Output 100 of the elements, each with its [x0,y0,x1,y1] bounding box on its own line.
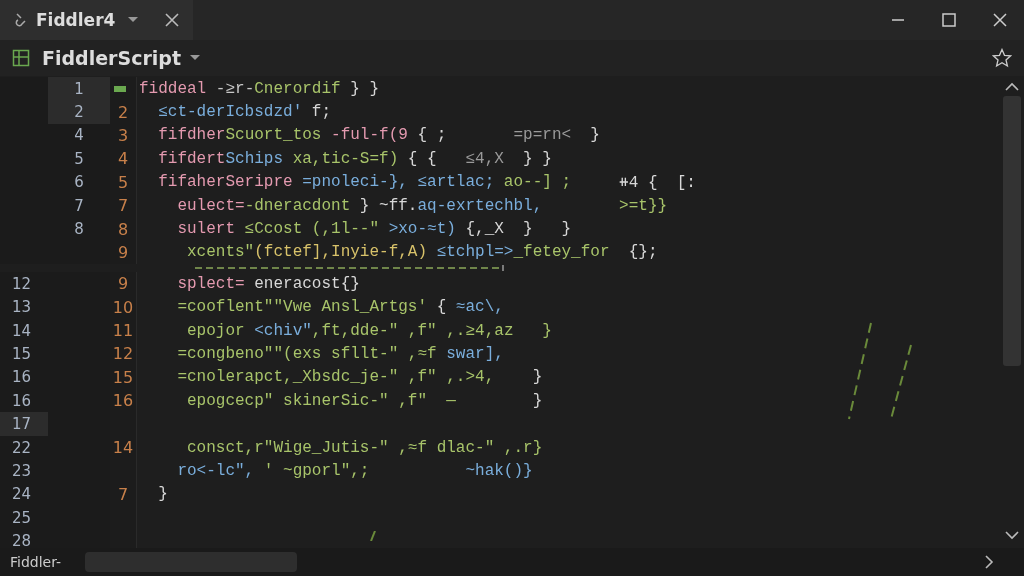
tab-title: Fiddler4 [36,10,116,30]
close-icon[interactable] [992,12,1008,28]
line-number: 7 [74,196,84,215]
line-number: 3 [117,125,129,145]
code-token: fifdert [157,149,226,168]
code-token: f; [310,103,332,122]
line-number: 6 [74,173,84,192]
line-number: 16 [12,368,32,387]
line-number: 12 [112,344,134,364]
code-token: ~hak()} [464,461,533,480]
code-token: Scuort_tos [225,126,322,145]
line-number: 7 [117,484,129,504]
code-token: fifdher [157,126,226,145]
line-number: 13 [12,298,32,317]
code-token: -ful-f(9 [330,126,408,145]
line-number: 24 [12,485,32,504]
code-token: { ; [416,126,447,145]
document-tab[interactable]: Fiddler4 [0,0,194,40]
code-token: Schips [225,149,284,168]
code-token: =cnolerapct,_Xbsdc_je-" ,f" ,.>4, [176,368,495,387]
status-label: Fiddler- [10,554,62,570]
line-number: 25 [12,508,32,527]
code-token: { { [406,149,438,168]
line-number: 4 [74,126,84,145]
tick-mark [370,531,376,541]
code-token: {,_X } } [464,220,572,239]
code-token: ≈ac\, [454,298,504,317]
code-token: epojor [186,321,245,340]
code-token: } ~ff. [358,196,418,215]
code-token: >xo-≈t) [387,220,456,239]
code-token: epogcecp" skinerSic-" ,f" — [186,391,456,410]
code-token: ≤tchpl=> [435,243,514,262]
maximize-icon[interactable] [941,12,957,28]
line-number: 16 [112,391,134,411]
code-token: xa,tic-S=f) [291,149,399,168]
code-token: =p=rn< [512,126,572,145]
code-token: } [531,368,543,387]
code-token: { [435,298,447,317]
code-token: ro<-lc", [176,461,255,480]
code-token: Inyie-f,A) [331,243,428,262]
code-token: } [589,126,600,145]
line-number: 15 [12,345,32,363]
caret-icon[interactable] [127,16,140,24]
line-number: 14 [112,438,134,458]
caret-icon[interactable] [189,54,201,62]
code-token: fiddeal [139,79,207,98]
code-token: _fetey_for [513,243,610,262]
code-token: <chiv" [253,321,312,340]
code-token: xcents" [186,243,255,262]
code-token: aq-exrtechbl, [417,196,543,215]
line-number: 1 [74,79,84,98]
line-number: 10 [112,297,134,317]
code-token: sulert [176,220,235,239]
code-token: =cooflent""Vwe Ansl_Artgs' [176,298,428,317]
scroll-right-icon[interactable] [984,555,994,569]
line-number: 8 [117,219,129,239]
code-token: ' ~gporl",; [262,461,370,480]
star-icon[interactable] [992,48,1012,68]
code-token: (fctef], [254,243,332,262]
line-number: 16 [12,391,32,410]
scroll-up-icon[interactable] [1005,82,1019,92]
line-number: 7 [117,196,129,216]
code-token: ≤Ccost (,1l--" [243,220,380,239]
code-token: eneracost{} [253,274,360,293]
code-token: -dneracdont [244,196,351,215]
code-token: swar], [445,345,504,363]
code-token: ao--] ; [502,173,572,192]
line-number: 2 [117,102,129,122]
line-number: 22 [12,438,32,457]
line-number: 14 [12,321,32,340]
line-number: 9 [117,274,129,294]
script-title[interactable]: FiddlerScript [42,47,181,69]
line-number: 17 [12,415,32,434]
line-number: 28 [12,532,32,548]
line-number: 8 [74,220,84,239]
line-number: 2 [74,103,84,122]
code-token: {}; [627,243,658,262]
code-token: Cnerordif [254,79,341,98]
scroll-down-icon[interactable] [1005,530,1019,540]
line-number: 9 [117,242,129,262]
grid-icon [12,49,30,67]
code-token: } [157,485,168,504]
code-token: splect= [176,274,245,293]
code-token: } } [522,149,552,168]
line-number: 11 [112,321,134,341]
code-token: =pnoleci-}, [301,173,408,192]
line-number: 4 [117,149,129,169]
code-token: ⧺4 { [: [618,173,696,193]
code-token: =congbeno""(exs sfllt-" ,≈f [176,345,437,363]
code-token: ,ft,dde-" ,f" ,.≥4,az } [311,321,552,340]
line-number: 5 [117,172,129,192]
line-number: 5 [74,149,84,168]
line-number: 15 [112,367,134,387]
code-token: eulect= [176,196,245,215]
code-token: } [531,391,543,410]
close-icon[interactable] [165,13,180,27]
code-token: ≤ct-derIcbsdzd' [157,103,303,122]
line-number: 12 [12,274,32,293]
code-token: >=t}} [618,196,668,215]
code-token: fifaherSeripre [157,173,293,192]
